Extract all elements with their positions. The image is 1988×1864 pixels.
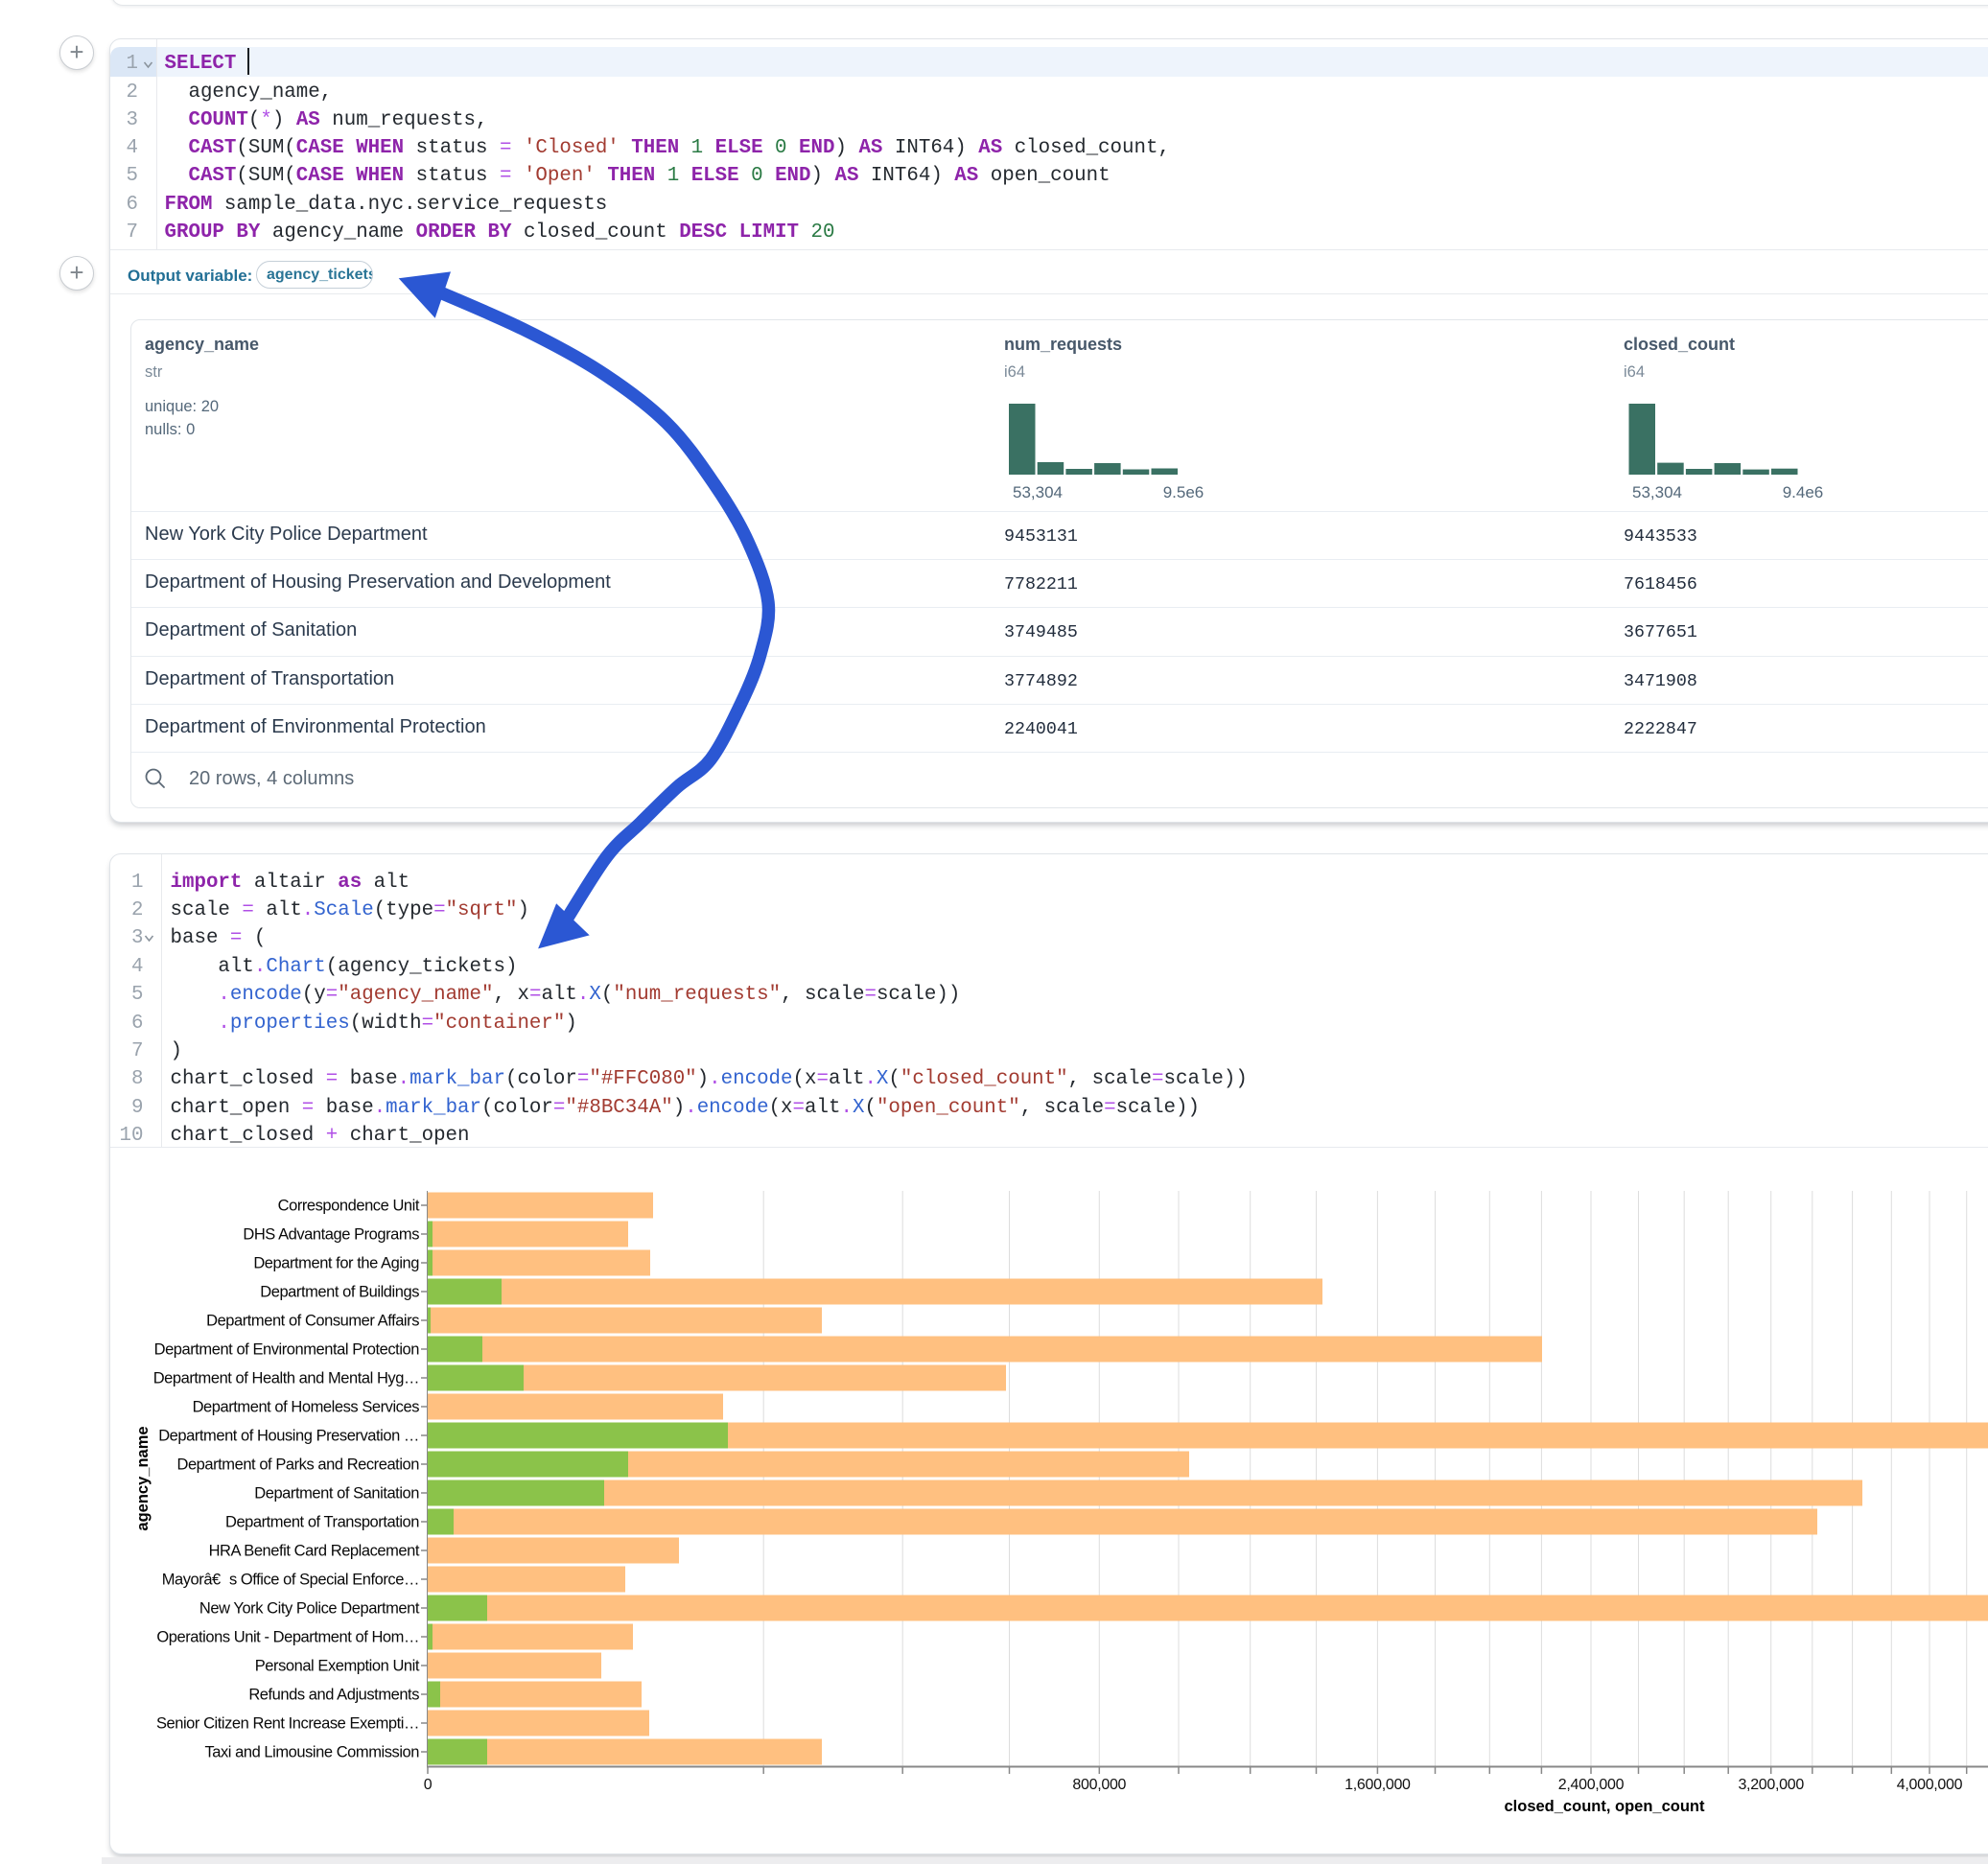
- svg-text:Personal Exemption Unit: Personal Exemption Unit: [255, 1658, 420, 1675]
- svg-text:Department for the Aging: Department for the Aging: [253, 1255, 419, 1272]
- svg-text:Taxi and Limousine Commission: Taxi and Limousine Commission: [204, 1744, 419, 1761]
- svg-text:Correspondence Unit: Correspondence Unit: [278, 1198, 420, 1215]
- svg-text:New York City Police Departmen: New York City Police Department: [199, 1600, 420, 1618]
- svg-text:Refunds and Adjustments: Refunds and Adjustments: [248, 1687, 419, 1704]
- svg-text:DHS Advantage Programs: DHS Advantage Programs: [243, 1226, 419, 1244]
- svg-text:Operations Unit - Department o: Operations Unit - Department of Hom…: [156, 1629, 419, 1646]
- svg-text:closed_count, open_count: closed_count, open_count: [1504, 1798, 1705, 1815]
- svg-text:3,200,000: 3,200,000: [1738, 1777, 1804, 1793]
- svg-text:800,000: 800,000: [1072, 1777, 1126, 1793]
- svg-text:agency_name: agency_name: [134, 1426, 152, 1530]
- svg-text:Department of Health and Menta: Department of Health and Mental Hyg…: [153, 1370, 419, 1387]
- svg-text:4,000,000: 4,000,000: [1897, 1777, 1963, 1793]
- svg-text:Department of Buildings: Department of Buildings: [260, 1284, 419, 1301]
- svg-text:HRA Benefit Card Replacement: HRA Benefit Card Replacement: [209, 1543, 420, 1560]
- svg-text:Department of Sanitation: Department of Sanitation: [254, 1485, 419, 1503]
- svg-text:Department of Transportation: Department of Transportation: [225, 1514, 419, 1531]
- svg-text:Department of Environmental Pr: Department of Environmental Protection: [154, 1341, 420, 1359]
- svg-text:Department of Parks and Recrea: Department of Parks and Recreation: [176, 1456, 419, 1474]
- svg-text:1,600,000: 1,600,000: [1345, 1777, 1411, 1793]
- svg-text:Mayorâ€ s Office of Special E: Mayorâ€ s Office of Special Enforce…: [162, 1572, 419, 1589]
- svg-text:0: 0: [424, 1777, 433, 1793]
- svg-text:Department of Housing Preserva: Department of Housing Preservation …: [158, 1428, 419, 1445]
- svg-text:Senior Citizen Rent Increase E: Senior Citizen Rent Increase Exempti…: [156, 1715, 419, 1733]
- svg-text:2,400,000: 2,400,000: [1558, 1777, 1625, 1793]
- svg-text:Department of Homeless Service: Department of Homeless Services: [193, 1399, 420, 1416]
- svg-text:Department of Consumer Affairs: Department of Consumer Affairs: [206, 1313, 419, 1330]
